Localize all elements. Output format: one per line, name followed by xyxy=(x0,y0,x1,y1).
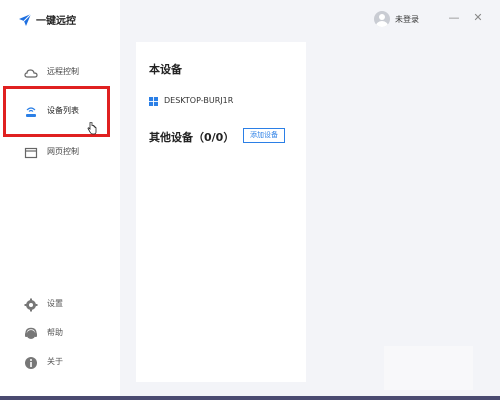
user-status-label: 未登录 xyxy=(395,14,419,24)
device-name: DESKTOP-BURJ1R xyxy=(164,96,234,105)
sidebar-item-remote-control[interactable]: 远程控制 xyxy=(0,61,120,83)
this-device-heading: 本设备 xyxy=(149,63,182,76)
window-bottom-edge xyxy=(0,396,500,400)
paper-plane-icon xyxy=(18,13,32,27)
sidebar-item-web-control[interactable]: 网页控制 xyxy=(0,141,120,163)
sidebar-item-device-list[interactable]: 设备列表 xyxy=(0,100,120,122)
sidebar-item-settings[interactable]: 设置 xyxy=(0,294,120,314)
other-devices-heading: 其他设备（0/0） xyxy=(149,131,235,144)
windows-logo-icon xyxy=(149,91,158,110)
app-window: 一键远控 远程控制 设备列表 网页控制 设置 帮助 关于 未登录 — ✕ 本设备… xyxy=(0,0,500,400)
sidebar: 一键远控 远程控制 设备列表 网页控制 设置 帮助 关于 xyxy=(0,0,120,400)
user-login-button[interactable]: 未登录 xyxy=(374,11,419,27)
cloud-icon xyxy=(24,65,38,79)
sidebar-item-label: 设备列表 xyxy=(47,106,79,115)
sidebar-item-about[interactable]: 关于 xyxy=(0,352,120,372)
info-icon xyxy=(24,355,38,369)
avatar xyxy=(374,11,390,27)
this-device-item[interactable]: DESKTOP-BURJ1R xyxy=(149,91,233,110)
help-headset-icon xyxy=(24,326,38,340)
close-button[interactable]: ✕ xyxy=(471,10,485,26)
browser-window-icon xyxy=(24,145,38,159)
app-title: 一键远控 xyxy=(36,16,76,27)
minimize-button[interactable]: — xyxy=(447,10,461,26)
add-device-button[interactable]: 添加设备 xyxy=(243,128,285,143)
sidebar-item-label: 帮助 xyxy=(47,328,63,337)
app-logo: 一键远控 xyxy=(18,12,76,27)
device-panel: 本设备 DESKTOP-BURJ1R 其他设备（0/0） 添加设备 xyxy=(136,42,306,382)
sidebar-item-help[interactable]: 帮助 xyxy=(0,323,120,343)
sidebar-item-label: 关于 xyxy=(47,357,63,366)
faded-overlay-panel xyxy=(384,346,473,390)
sidebar-item-label: 设置 xyxy=(47,299,63,308)
device-list-icon xyxy=(24,104,38,118)
sidebar-item-label: 远程控制 xyxy=(47,67,79,76)
hand-cursor-icon xyxy=(87,120,97,139)
sidebar-item-label: 网页控制 xyxy=(47,147,79,156)
gear-icon xyxy=(24,297,38,312)
